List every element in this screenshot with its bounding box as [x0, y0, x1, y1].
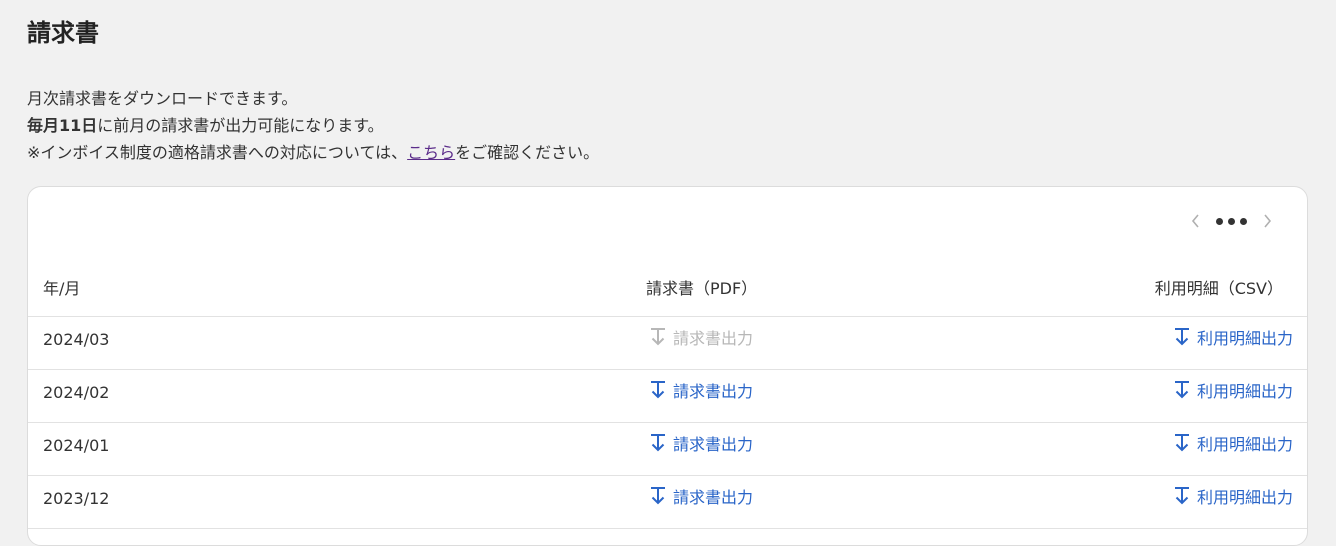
download-icon [1173, 486, 1191, 506]
description-line-2-rest: に前月の請求書が出力可能になります。 [97, 116, 384, 135]
chevron-right-icon[interactable] [1255, 209, 1279, 233]
invoice-download-label: 請求書出力 [673, 382, 754, 401]
usage-detail-download-label: 利用明細出力 [1196, 435, 1293, 454]
description-line-3-prefix: ※インボイス制度の適格請求書への対応については、 [27, 143, 408, 162]
pager-dot [1216, 217, 1223, 225]
row-year-month: 2024/03 [43, 330, 110, 349]
invoice-system-link[interactable]: こちら [407, 143, 455, 162]
download-icon [649, 380, 667, 400]
description-line-1: 月次請求書をダウンロードできます。 [27, 89, 298, 108]
table-row: 2024/01 請求書出力 利用明細出力 [28, 423, 1307, 476]
download-icon [649, 327, 667, 347]
invoice-table: 年/月 請求書（PDF） 利用明細（CSV） 2024/03 請求書出力 利用明細出… [28, 261, 1307, 529]
table-header: 年/月 請求書（PDF） 利用明細（CSV） [28, 261, 1307, 317]
table-row: 2023/12 請求書出力 利用明細出力 [28, 476, 1307, 529]
column-header-usage-csv: 利用明細（CSV） [1154, 279, 1283, 298]
table-row: 2024/02 請求書出力 利用明細出力 [28, 370, 1307, 423]
usage-detail-download-button[interactable]: 利用明細出力 [1173, 325, 1293, 349]
description-line-3: ※インボイス制度の適格請求書への対応については、こちらをご確認ください。 [27, 139, 599, 166]
usage-detail-download-label: 利用明細出力 [1196, 382, 1293, 401]
pager-dot [1228, 217, 1235, 225]
download-icon [649, 486, 667, 506]
pager-dot [1240, 217, 1247, 225]
invoice-download-label: 請求書出力 [673, 488, 754, 507]
row-year-month: 2023/12 [43, 489, 110, 508]
invoice-card: 年/月 請求書（PDF） 利用明細（CSV） 2024/03 請求書出力 利用明細出… [27, 186, 1308, 546]
usage-detail-download-button[interactable]: 利用明細出力 [1173, 484, 1293, 508]
page-title: 請求書 [27, 19, 99, 47]
usage-detail-download-label: 利用明細出力 [1196, 329, 1293, 348]
column-header-year-month: 年/月 [43, 279, 81, 298]
usage-detail-download-button[interactable]: 利用明細出力 [1173, 431, 1293, 455]
download-icon [1173, 327, 1191, 347]
more-dots-icon[interactable] [1216, 217, 1247, 225]
row-year-month: 2024/02 [43, 383, 110, 402]
invoice-download-button[interactable]: 請求書出力 [649, 325, 753, 349]
invoice-download-button[interactable]: 請求書出力 [649, 484, 753, 508]
table-body: 2024/03 請求書出力 利用明細出力 2024/02 請求書出力 利用明細出力 2024… [28, 317, 1307, 529]
invoice-download-label: 請求書出力 [673, 435, 754, 454]
download-icon [649, 433, 667, 453]
invoice-download-label: 請求書出力 [673, 329, 754, 348]
invoice-download-button[interactable]: 請求書出力 [649, 378, 753, 402]
invoice-download-button[interactable]: 請求書出力 [649, 431, 753, 455]
usage-detail-download-label: 利用明細出力 [1196, 488, 1293, 507]
table-row: 2024/03 請求書出力 利用明細出力 [28, 317, 1307, 370]
release-day-bold: 毎月11日 [27, 116, 98, 135]
usage-detail-download-button[interactable]: 利用明細出力 [1173, 378, 1293, 402]
download-icon [1173, 433, 1191, 453]
page-description: 月次請求書をダウンロードできます。 毎月11日に前月の請求書が出力可能になります… [27, 85, 599, 166]
description-line-3-suffix: をご確認ください。 [455, 143, 600, 162]
pager [1184, 209, 1279, 233]
row-year-month: 2024/01 [43, 436, 110, 455]
description-line-2: 毎月11日に前月の請求書が出力可能になります。 [27, 112, 599, 139]
column-header-invoice-pdf: 請求書（PDF） [646, 279, 758, 298]
chevron-left-icon[interactable] [1184, 209, 1208, 233]
download-icon [1173, 380, 1191, 400]
